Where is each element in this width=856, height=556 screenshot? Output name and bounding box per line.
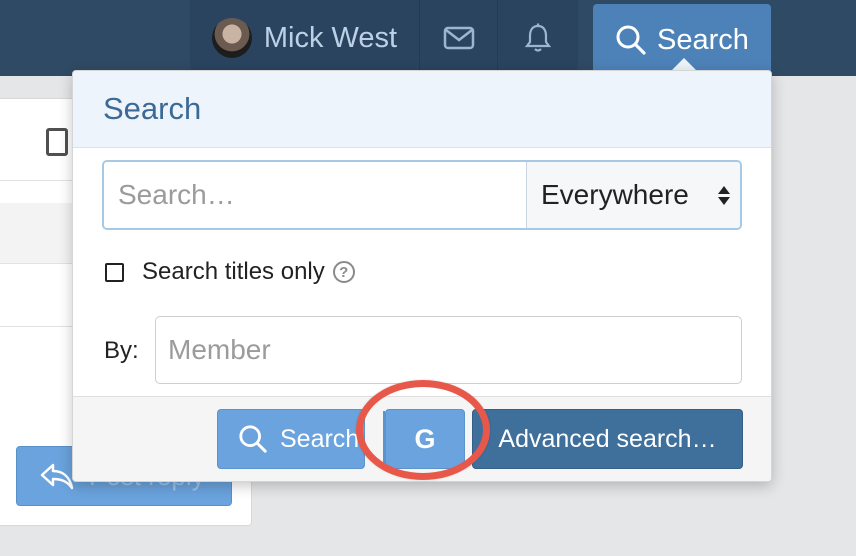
bell-icon	[524, 23, 552, 52]
member-input[interactable]	[155, 316, 742, 384]
by-label: By:	[104, 337, 139, 364]
search-icon	[616, 25, 646, 55]
select-arrows-icon	[718, 185, 730, 205]
search-submit-label: Search	[280, 424, 360, 453]
avatar	[211, 18, 252, 58]
help-icon[interactable]: ?	[332, 261, 355, 283]
inbox-button[interactable]	[420, 0, 498, 76]
search-input[interactable]	[104, 162, 526, 228]
popup-title: Search	[103, 91, 202, 126]
search-tab-label: Search	[657, 23, 749, 56]
user-menu[interactable]: Mick West	[190, 0, 420, 76]
advanced-search-button[interactable]: Advanced search…	[472, 409, 743, 469]
user-name: Mick West	[263, 21, 398, 54]
search-scope-value: Everywhere	[541, 179, 689, 210]
search-scope-select[interactable]: Everywhere	[526, 162, 740, 228]
titles-only-checkbox[interactable]	[105, 262, 124, 282]
annotation-highlight-ring	[356, 380, 490, 480]
page-icon	[46, 128, 68, 156]
search-field-group: Everywhere	[102, 160, 742, 230]
advanced-search-label: Advanced search…	[498, 424, 717, 453]
titles-only-option: Search titles only ?	[105, 258, 355, 286]
search-icon	[239, 425, 267, 453]
search-submit-button[interactable]: Search	[217, 409, 365, 469]
envelope-icon	[443, 26, 474, 50]
titles-only-label[interactable]: Search titles only	[142, 258, 325, 286]
popup-header: Search	[73, 71, 771, 148]
notifications-button[interactable]	[498, 0, 578, 76]
reply-icon	[40, 463, 74, 490]
popup-caret	[672, 58, 696, 70]
